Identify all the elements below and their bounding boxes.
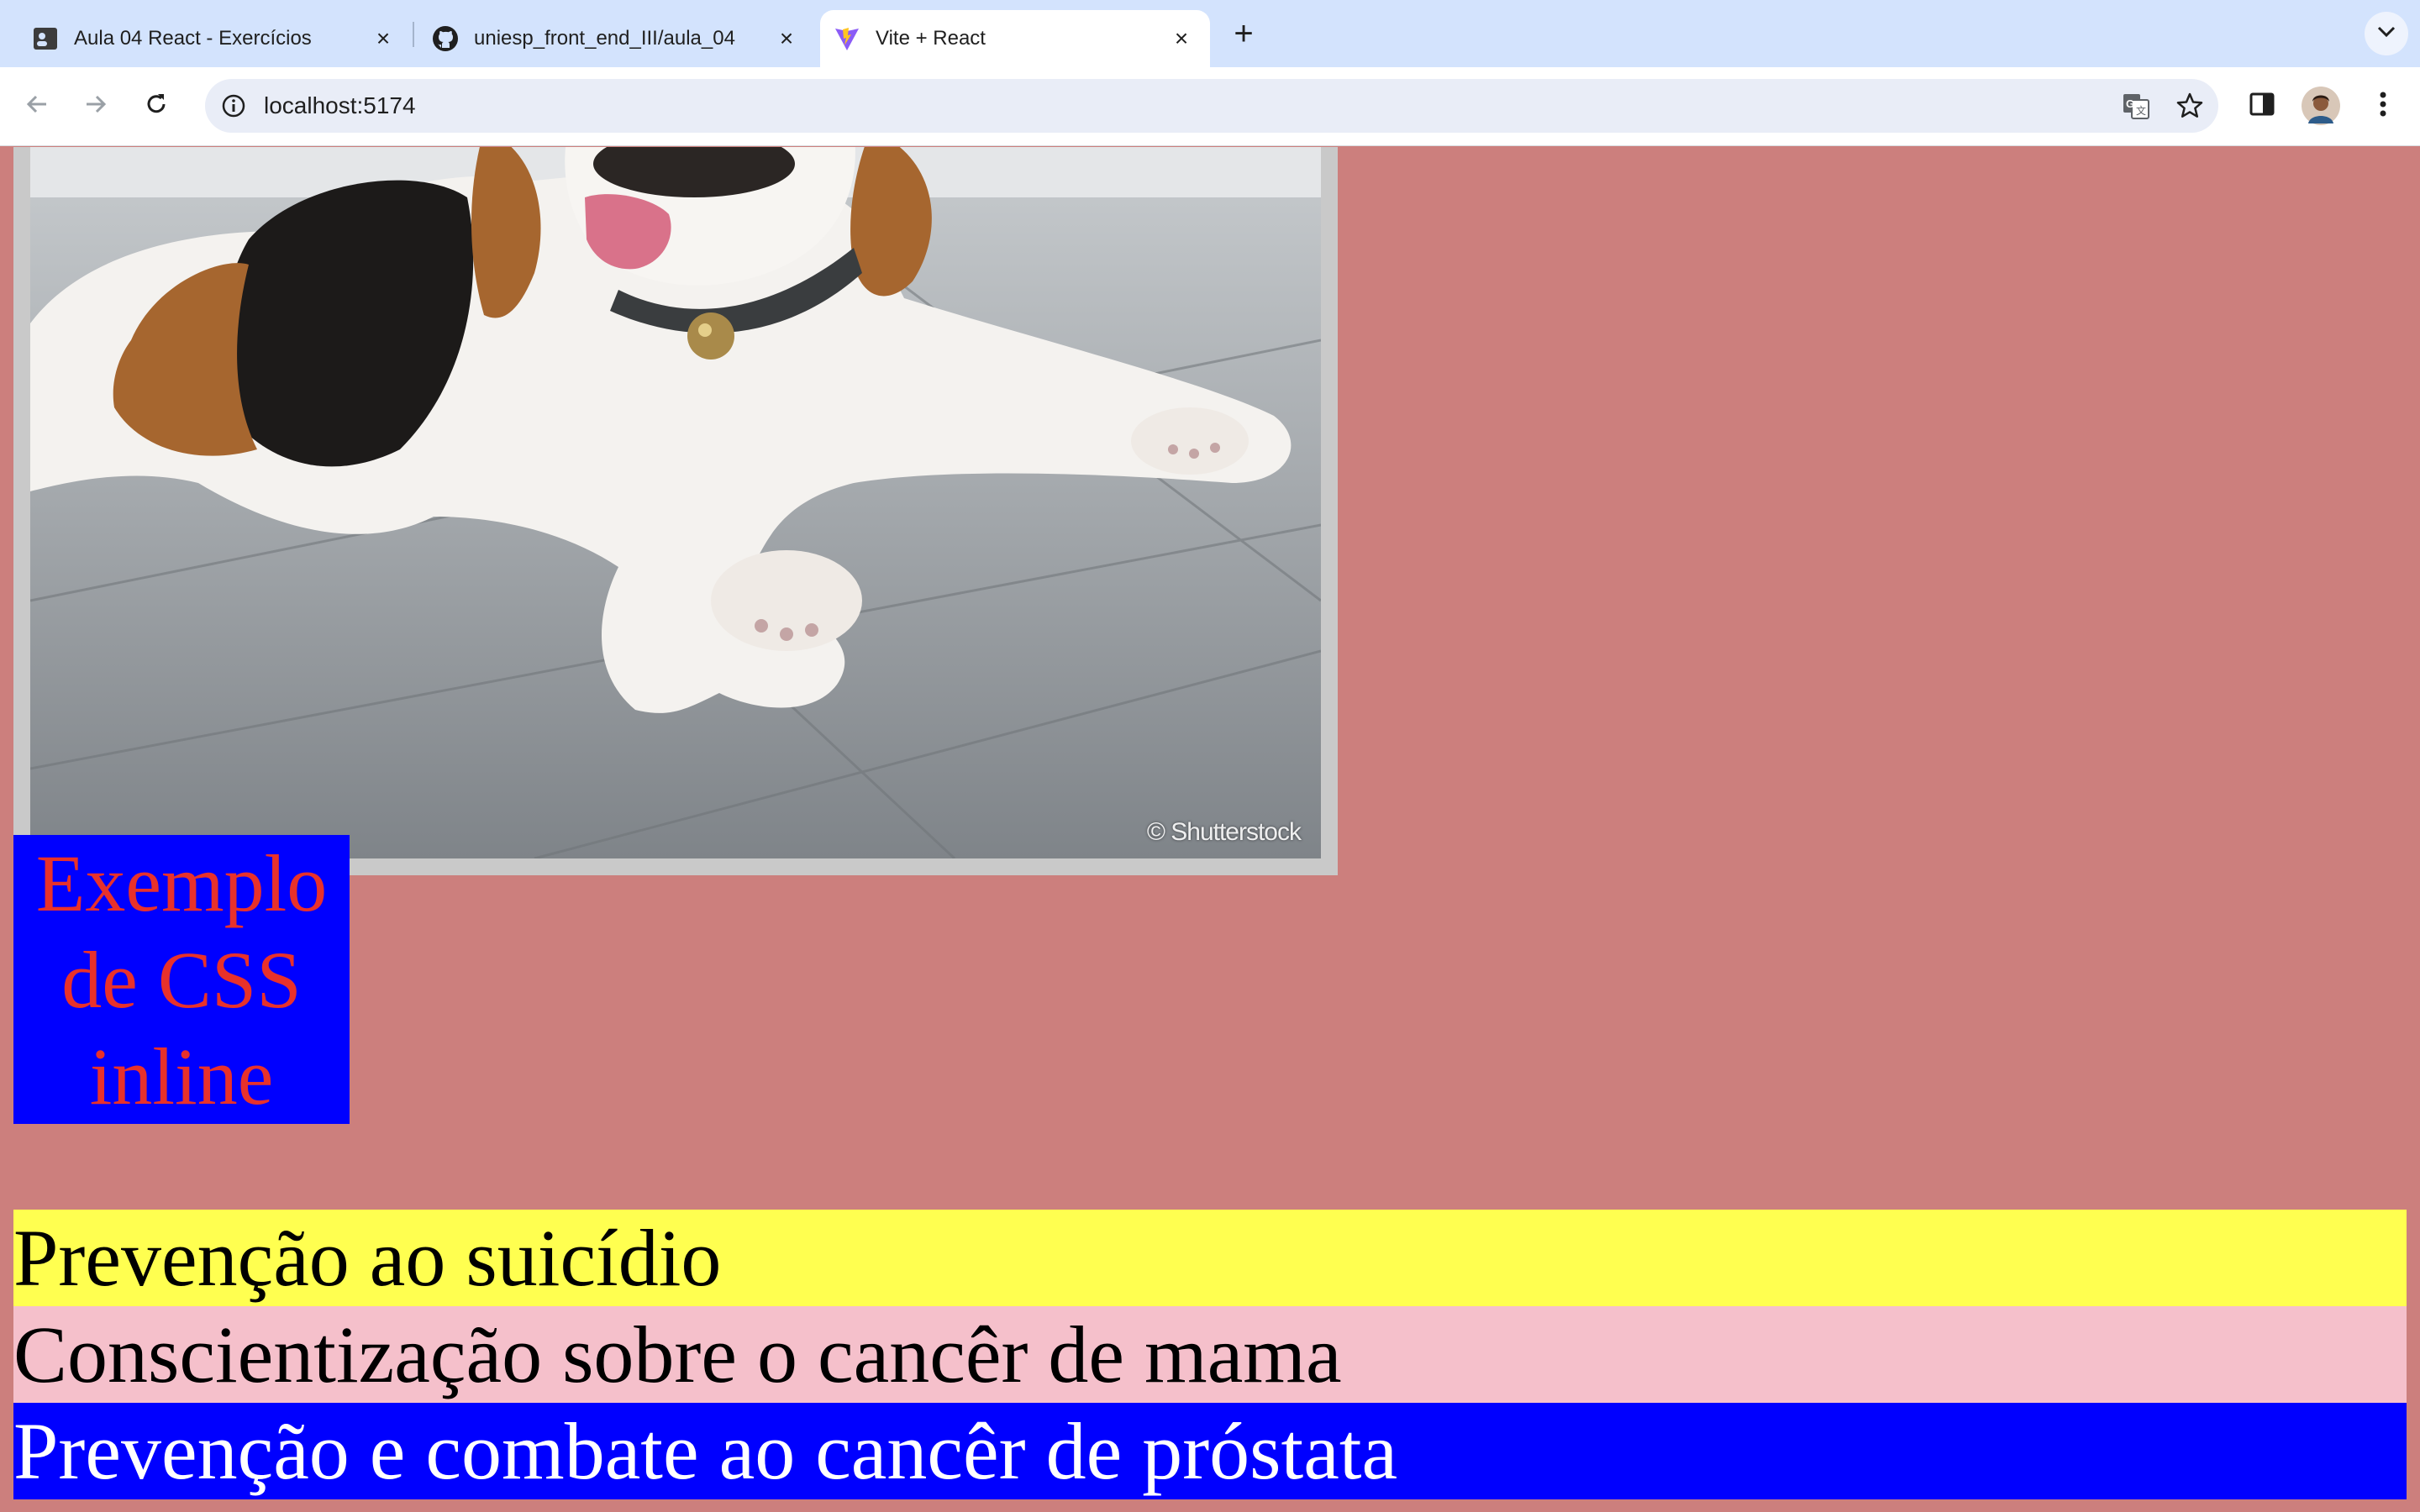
- awareness-band-breast-cancer: Conscientização sobre o cancêr de mama: [13, 1306, 2407, 1403]
- side-panel-button[interactable]: [2240, 84, 2284, 128]
- reload-icon: [144, 92, 169, 121]
- arrow-left-icon: [24, 92, 50, 121]
- band-text: Conscientização sobre o cancêr de mama: [13, 1310, 1342, 1399]
- reload-button[interactable]: [134, 84, 178, 128]
- inline-css-example-box: Exemplo de CSS inline: [13, 835, 350, 1124]
- side-panel-icon: [2249, 91, 2275, 122]
- tab-title: Vite + React: [876, 27, 986, 50]
- close-icon[interactable]: ×: [1166, 24, 1197, 54]
- new-tab-button[interactable]: +: [1225, 15, 1262, 52]
- bookmark-star-icon[interactable]: [2171, 87, 2208, 124]
- svg-text:文: 文: [2136, 104, 2146, 117]
- image-watermark: © Shutterstock: [1146, 818, 1302, 846]
- arrow-right-icon: [83, 92, 108, 121]
- chevron-down-icon: [2377, 26, 2396, 42]
- address-bar[interactable]: localhost:5174 G文: [205, 79, 2218, 133]
- page-viewport: © Shutterstock Exemplo de CSS inline Pre…: [0, 147, 2420, 1512]
- beagle-photo: © Shutterstock: [30, 147, 1321, 858]
- close-icon[interactable]: ×: [368, 24, 398, 54]
- awareness-band-suicide-prevention: Prevenção ao suicídio: [13, 1210, 2407, 1306]
- forward-button[interactable]: [74, 84, 118, 128]
- avatar[interactable]: [2299, 84, 2343, 128]
- document-icon: [32, 25, 59, 52]
- svg-text:G: G: [2126, 97, 2134, 110]
- vite-icon: [834, 25, 860, 52]
- band-text: Prevenção ao suicídio: [13, 1213, 722, 1303]
- tab-title: uniesp_front_end_III/aula_04: [474, 27, 735, 50]
- band-text: Prevenção e combate ao cancêr de próstat…: [13, 1406, 1398, 1496]
- tab-github[interactable]: uniesp_front_end_III/aula_04 ×: [400, 10, 815, 67]
- inline-css-example-text: Exemplo de CSS inline: [35, 838, 328, 1121]
- tab-title: Aula 04 React - Exercícios: [74, 27, 312, 50]
- tab-aula-04[interactable]: Aula 04 React - Exercícios ×: [0, 10, 412, 67]
- tab-strip: Aula 04 React - Exercícios × uniesp_fron…: [0, 0, 2420, 67]
- tab-search-button[interactable]: [2365, 12, 2408, 55]
- site-info-icon[interactable]: [215, 87, 252, 124]
- more-vertical-icon: [2379, 91, 2387, 122]
- awareness-band-prostate-cancer: Prevenção e combate ao cancêr de próstat…: [13, 1403, 2407, 1499]
- translate-icon[interactable]: G文: [2118, 87, 2154, 124]
- close-icon[interactable]: ×: [771, 24, 802, 54]
- dog-image-frame: © Shutterstock: [13, 147, 1338, 875]
- browser-menu-button[interactable]: [2361, 84, 2405, 128]
- url-text[interactable]: localhost:5174: [264, 92, 416, 119]
- github-icon: [432, 25, 459, 52]
- tab-vite-react[interactable]: Vite + React ×: [820, 10, 1210, 67]
- browser-toolbar: localhost:5174 G文: [0, 67, 2420, 146]
- back-button[interactable]: [15, 84, 59, 128]
